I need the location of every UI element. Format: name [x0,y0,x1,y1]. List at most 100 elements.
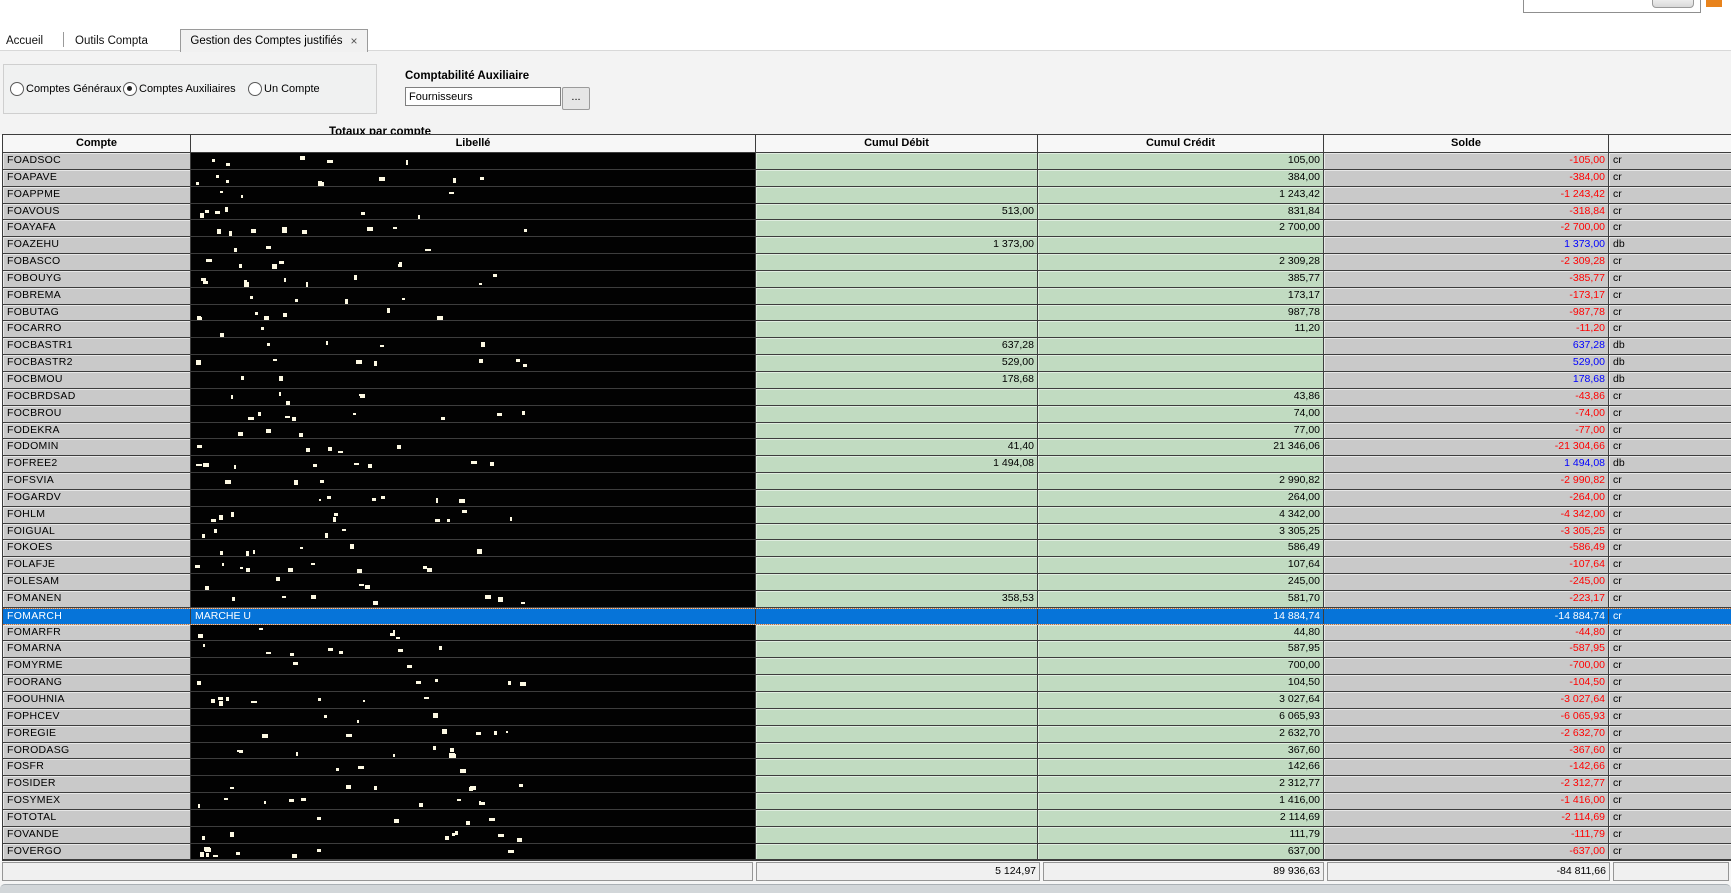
redacted-speck [345,298,348,304]
redacted-speck [520,682,526,687]
table-row[interactable]: FOSYMEX 1 416,00 -1 416,00 cr [3,793,1731,810]
close-icon[interactable]: × [351,35,358,47]
compte-cell: FOOUHNIA [3,692,191,709]
table-row[interactable]: FOAPPME 1 243,42 -1 243,42 cr [3,186,1731,204]
radio-comptes-auxiliaires[interactable] [123,82,137,96]
redacted-speck [477,549,482,555]
table-row[interactable]: FODEKRA 77,00 -77,00 cr [3,422,1731,440]
table-row[interactable]: FOBREMA 173,17 -173,17 cr [3,287,1731,305]
table-row[interactable]: FOLAFJE 107,64 -107,64 cr [3,557,1731,575]
header-libelle[interactable]: Libellé [191,135,756,153]
redacted-speck [354,274,357,280]
table-row[interactable]: FOMARNA 587,95 -587,95 cr [3,641,1731,659]
redacted-speck [292,853,297,858]
table-row[interactable]: FOTOTAL 2 114,69 -2 114,69 cr [3,809,1731,827]
redacted-speck [213,854,218,857]
tab-gestion-comptes-justifies[interactable]: Gestion des Comptes justifiés × [180,29,368,52]
table-row[interactable]: FOGARDV 264,00 -264,00 cr [3,489,1731,507]
table-row[interactable]: FOBUTAG 987,78 -987,78 cr [3,304,1731,322]
table-row[interactable]: FOCBROU 74,00 -74,00 cr [3,405,1731,423]
table-row[interactable]: FOFREE2 1 494,08 1 494,08 db [3,456,1731,474]
indicator-cell: cr [1609,473,1731,490]
table-row[interactable]: FOMARFR 44,80 -44,80 cr [3,624,1731,642]
table-row[interactable]: FODOMIN 41,40 21 346,06 -21 304,66 cr [3,439,1731,457]
redacted-speck [476,731,481,735]
cumul-debit-cell: 637,28 [756,338,1038,356]
tab-accueil[interactable]: Accueil [6,35,43,47]
solde-cell: -1 243,42 [1324,186,1609,204]
table-row[interactable]: FOAVOUS 513,00 831,84 -318,84 cr [3,203,1731,221]
comptabilite-auxiliaire-input[interactable] [405,87,561,106]
table-row[interactable]: FOVERGO 637,00 -637,00 cr [3,843,1731,861]
redacted-speck [301,798,306,802]
table-row[interactable]: FOSIDER 2 312,77 -2 312,77 cr [3,776,1731,794]
redacted-speck [232,596,235,601]
redacted-speck [202,533,205,538]
table-row[interactable]: FOCBRDSAD 43,86 -43,86 cr [3,388,1731,406]
table-row[interactable]: FOAPAVE 384,00 -384,00 cr [3,169,1731,187]
table-row[interactable]: FOKOES 586,49 -586,49 cr [3,540,1731,558]
table-row[interactable]: FOBOUYG 385,77 -385,77 cr [3,270,1731,288]
radio-comptes-generaux-label[interactable]: Comptes Généraux [26,83,121,95]
table-row[interactable]: FOCBASTR2 529,00 529,00 db [3,355,1731,372]
indicator-cell: cr [1609,506,1731,524]
table-row[interactable]: FOAYAFA 2 700,00 -2 700,00 cr [3,220,1731,238]
radio-un-compte[interactable] [248,82,262,96]
redacted-speck [225,206,228,212]
table-row[interactable]: FOPHCEV 6 065,93 -6 065,93 cr [3,708,1731,726]
cumul-debit-cell [756,270,1038,288]
table-row[interactable]: FORODASG 367,60 -367,60 cr [3,742,1731,760]
compte-cell: FOFREE2 [3,456,191,474]
radio-comptes-auxiliaires-label[interactable]: Comptes Auxiliaires [139,83,236,95]
table-row[interactable]: FOADSOC 105,00 -105,00 cr [3,153,1731,170]
solde-cell: -384,00 [1324,169,1609,187]
table-row[interactable]: FOBASCO 2 309,28 -2 309,28 cr [3,254,1731,271]
table-row[interactable]: FOREGIE 2 632,70 -2 632,70 cr [3,725,1731,743]
radio-comptes-generaux[interactable] [10,82,24,96]
header-cumul-debit[interactable]: Cumul Débit [756,135,1038,153]
compte-cell: FOREGIE [3,725,191,743]
header-solde[interactable]: Solde [1324,135,1609,153]
redacted-speck [205,209,209,213]
table-row[interactable]: FOMYRME 700,00 -700,00 cr [3,658,1731,676]
table-row[interactable]: FOSFR 142,66 -142,66 cr [3,759,1731,777]
cumul-credit-cell: 2 309,28 [1038,254,1324,271]
solde-cell: -43,86 [1324,388,1609,406]
redacted-speck [226,163,230,166]
redacted-speck [346,733,352,737]
table-row[interactable]: FOMARCH MARCHE U 14 884,74 -14 884,74 cr [3,607,1731,625]
table-row[interactable]: FOVANDE 111,79 -111,79 cr [3,826,1731,844]
table-row[interactable]: FOOUHNIA 3 027,64 -3 027,64 cr [3,692,1731,709]
redacted-speck [238,431,243,436]
redacted-speck [522,410,525,415]
table-row[interactable]: FOMANEN 358,53 581,70 -223,17 cr [3,590,1731,608]
radio-un-compte-label[interactable]: Un Compte [264,83,320,95]
table-row[interactable]: FOFSVIA 2 990,82 -2 990,82 cr [3,473,1731,490]
table-row[interactable]: FOCARRO 11,20 -11,20 cr [3,321,1731,339]
redacted-speck [480,176,484,180]
table-row[interactable]: FOORANG 104,50 -104,50 cr [3,675,1731,692]
libelle-cell [191,169,756,187]
cumul-debit-cell: 178,68 [756,371,1038,389]
solde-cell: -142,66 [1324,759,1609,777]
tab-outils-compta[interactable]: Outils Compta [75,35,148,47]
table-row[interactable]: FOCBASTR1 637,28 637,28 db [3,338,1731,356]
header-cumul-credit[interactable]: Cumul Crédit [1038,135,1324,153]
quick-search-button[interactable] [1652,0,1694,8]
redacted-speck [197,445,202,449]
compte-cell: FOMARCH [3,608,191,624]
cumul-credit-cell: 637,00 [1038,843,1324,861]
header-compte[interactable]: Compte [3,135,191,153]
browse-button[interactable]: ... [562,87,590,110]
cumul-debit-cell [756,759,1038,777]
table-row[interactable]: FOHLM 4 342,00 -4 342,00 cr [3,506,1731,524]
cumul-credit-cell: 21 346,06 [1038,439,1324,457]
cumul-credit-cell: 385,77 [1038,270,1324,288]
redacted-speck [246,551,249,557]
table-row[interactable]: FOLESAM 245,00 -245,00 cr [3,574,1731,591]
table-row[interactable]: FOCBMOU 178,68 178,68 db [3,371,1731,389]
table-row[interactable]: FOAZEHU 1 373,00 1 373,00 db [3,237,1731,255]
table-row[interactable]: FOIGUAL 3 305,25 -3 305,25 cr [3,523,1731,541]
redacted-speck [333,516,336,522]
redacted-speck [226,697,229,701]
